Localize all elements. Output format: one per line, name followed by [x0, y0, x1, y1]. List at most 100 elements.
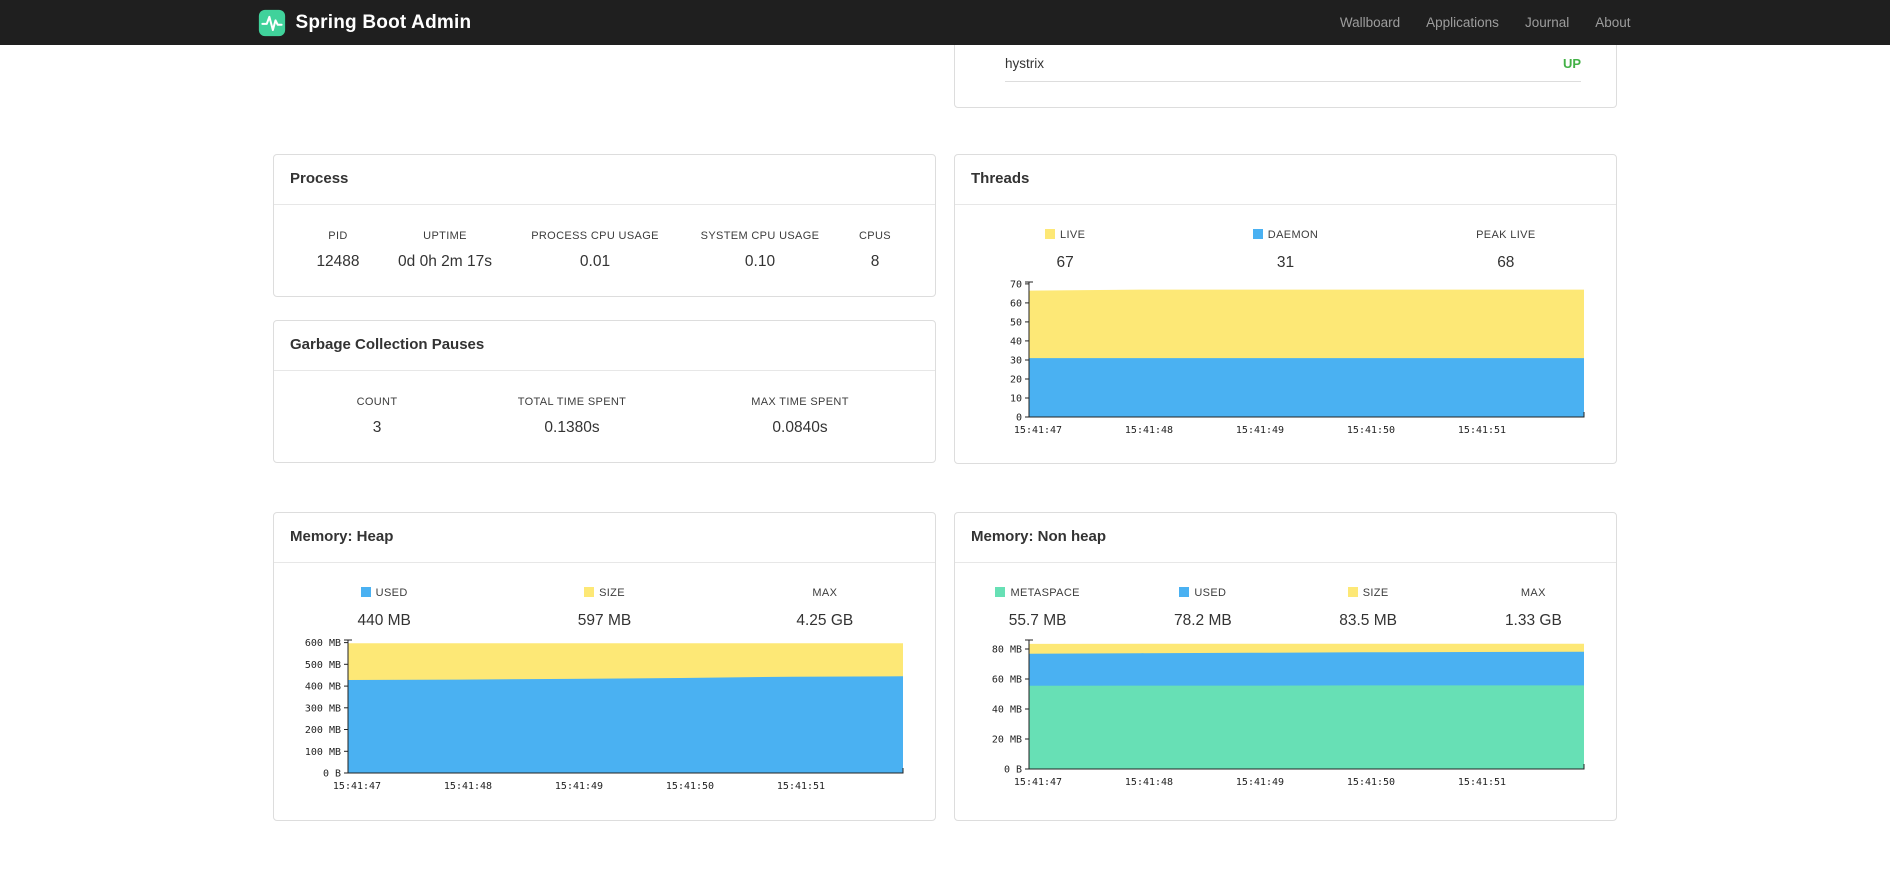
memory-nonheap-chart: 0 B 20 MB 40 MB 60 MB 80 MB 15:41:47 15:41:48 1… — [992, 639, 1585, 788]
service-row-hystrix[interactable]: hystrix UP — [1005, 45, 1581, 82]
svg-text:60 MB: 60 MB — [992, 675, 1022, 686]
svg-text:15:41:49: 15:41:49 — [1236, 777, 1284, 788]
memory-nonheap-legend: METASPACE 55.7 MB USED 78.2 MB SIZE 83.5… — [955, 587, 1616, 630]
navbar-inner: Spring Boot Admin Wallboard Applications… — [258, 0, 1633, 45]
brand-title: Spring Boot Admin — [295, 11, 472, 33]
svg-text:15:41:51: 15:41:51 — [777, 781, 825, 792]
nav-item-wallboard[interactable]: Wallboard — [1327, 15, 1413, 30]
legend-used: USED 78.2 MB — [1120, 587, 1285, 630]
metric-uptime: UPTIME 0d 0h 2m 17s — [378, 231, 512, 271]
metric-value: 0.10 — [744, 253, 776, 270]
legend-value: 78.2 MB — [1174, 612, 1232, 629]
used-legend-swatch-icon — [360, 587, 371, 597]
metric-label: MAX TIME SPENT — [751, 396, 849, 408]
process-panel-title: Process — [274, 155, 935, 205]
metric-gc-total-time: TOTAL TIME SPENT 0.1380s — [456, 397, 688, 437]
right-column: hystrix UP Threads LIVE 67 DAEMON 31 PEA… — [954, 0, 1617, 821]
svg-text:60: 60 — [1010, 298, 1022, 309]
legend-label: DAEMON — [1267, 229, 1319, 241]
metric-system-cpu: SYSTEM CPU USAGE 0.10 — [678, 231, 842, 271]
metric-gc-count: COUNT 3 — [298, 397, 456, 437]
live-legend-swatch-icon — [1045, 229, 1056, 239]
legend-label: PEAK LIVE — [1476, 229, 1536, 241]
svg-text:15:41:50: 15:41:50 — [1347, 777, 1395, 788]
threads-panel-title: Threads — [955, 155, 1616, 205]
nav-item-journal[interactable]: Journal — [1512, 15, 1582, 30]
metric-label: COUNT — [356, 396, 398, 408]
svg-text:0 B: 0 B — [1004, 765, 1022, 776]
legend-label: USED — [1194, 587, 1227, 599]
legend-label: SIZE — [599, 587, 625, 599]
legend-label: METASPACE — [1010, 587, 1080, 599]
metric-value: 3 — [372, 419, 382, 436]
svg-text:15:41:48: 15:41:48 — [1125, 425, 1173, 436]
svg-text:10: 10 — [1010, 394, 1022, 405]
svg-text:15:41:49: 15:41:49 — [555, 781, 603, 792]
metric-pid: PID 12488 — [298, 231, 378, 271]
legend-label: LIVE — [1060, 229, 1086, 241]
metric-value: 12488 — [316, 253, 360, 270]
svg-text:20 MB: 20 MB — [992, 735, 1022, 746]
metric-value: 0.1380s — [544, 419, 600, 436]
metric-value: 0.01 — [579, 253, 611, 270]
gc-panel: Garbage Collection Pauses COUNT 3 TOTAL … — [273, 320, 936, 463]
legend-value: 83.5 MB — [1339, 612, 1397, 629]
metric-process-cpu: PROCESS CPU USAGE 0.01 — [512, 231, 678, 271]
svg-text:15:41:48: 15:41:48 — [444, 781, 492, 792]
svg-text:15:41:50: 15:41:50 — [1347, 425, 1395, 436]
legend-value: 55.7 MB — [1008, 612, 1067, 629]
legend-value: 31 — [1276, 254, 1295, 271]
svg-text:40 MB: 40 MB — [992, 705, 1022, 716]
legend-value: 67 — [1056, 254, 1074, 271]
size-legend-swatch-icon — [584, 587, 595, 597]
svg-text:30: 30 — [1010, 356, 1022, 367]
legend-label: MAX — [1520, 587, 1546, 599]
services-panel-spacer — [955, 82, 1616, 107]
brand[interactable]: Spring Boot Admin — [258, 9, 472, 37]
metric-label: CPUS — [859, 230, 891, 242]
svg-text:500 MB: 500 MB — [305, 660, 341, 671]
svg-text:80 MB: 80 MB — [992, 645, 1022, 656]
brand-logo-icon — [258, 9, 286, 37]
gc-metrics: COUNT 3 TOTAL TIME SPENT 0.1380s MAX TIM… — [274, 371, 935, 437]
legend-label: MAX — [812, 587, 838, 599]
legend-used: USED 440 MB — [274, 587, 494, 630]
daemon-legend-swatch-icon — [1252, 229, 1263, 239]
svg-text:15:41:51: 15:41:51 — [1458, 425, 1506, 436]
metric-label: UPTIME — [423, 230, 467, 242]
navbar-menu: Wallboard Applications Journal About — [1327, 15, 1633, 30]
process-metrics: PID 12488 UPTIME 0d 0h 2m 17s PROCESS CP… — [274, 205, 935, 271]
main-content: Process PID 12488 UPTIME 0d 0h 2m 17s PR… — [273, 0, 1617, 821]
legend-value: 597 MB — [577, 612, 632, 629]
metric-label: SYSTEM CPU USAGE — [700, 230, 820, 242]
navbar: Spring Boot Admin Wallboard Applications… — [0, 0, 1890, 45]
svg-text:15:41:49: 15:41:49 — [1236, 425, 1284, 436]
memory-heap-chart: 0 B 100 MB 200 MB 300 MB 400 MB 500 MB 600 MB 1… — [305, 638, 904, 792]
nav-item-applications[interactable]: Applications — [1413, 15, 1512, 30]
memory-nonheap-panel-title: Memory: Non heap — [955, 513, 1616, 563]
size-legend-swatch-icon — [1347, 587, 1358, 597]
svg-text:15:41:47: 15:41:47 — [1014, 425, 1062, 436]
memory-heap-panel-title: Memory: Heap — [274, 513, 935, 563]
memory-heap-legend: USED 440 MB SIZE 597 MB MAX 4.25 GB — [274, 587, 935, 630]
memory-heap-panel: Memory: Heap USED 440 MB SIZE 597 MB MAX… — [273, 512, 936, 821]
legend-label: SIZE — [1362, 587, 1389, 599]
nav-item-about[interactable]: About — [1582, 15, 1632, 30]
svg-text:40: 40 — [1010, 336, 1022, 347]
service-status-badge: UP — [1562, 56, 1581, 71]
metric-gc-max-time: MAX TIME SPENT 0.0840s — [688, 397, 912, 437]
metric-cpus: CPUS 8 — [842, 231, 908, 271]
legend-daemon: DAEMON 31 — [1175, 229, 1395, 272]
metric-value: 0d 0h 2m 17s — [398, 253, 492, 270]
svg-text:15:41:47: 15:41:47 — [333, 781, 381, 792]
threads-chart: 0 10 20 30 40 50 60 70 15:41:47 15:41:48 15:41:49 1… — [1010, 279, 1585, 436]
metric-value: 8 — [870, 253, 880, 270]
legend-max: MAX 1.33 GB — [1451, 587, 1616, 630]
svg-text:50: 50 — [1010, 317, 1022, 328]
svg-text:70: 70 — [1010, 279, 1022, 290]
svg-text:15:41:47: 15:41:47 — [1014, 777, 1062, 788]
svg-text:300 MB: 300 MB — [305, 703, 341, 714]
svg-text:200 MB: 200 MB — [305, 725, 341, 736]
process-panel: Process PID 12488 UPTIME 0d 0h 2m 17s PR… — [273, 154, 936, 297]
metric-label: PROCESS CPU USAGE — [531, 230, 659, 242]
